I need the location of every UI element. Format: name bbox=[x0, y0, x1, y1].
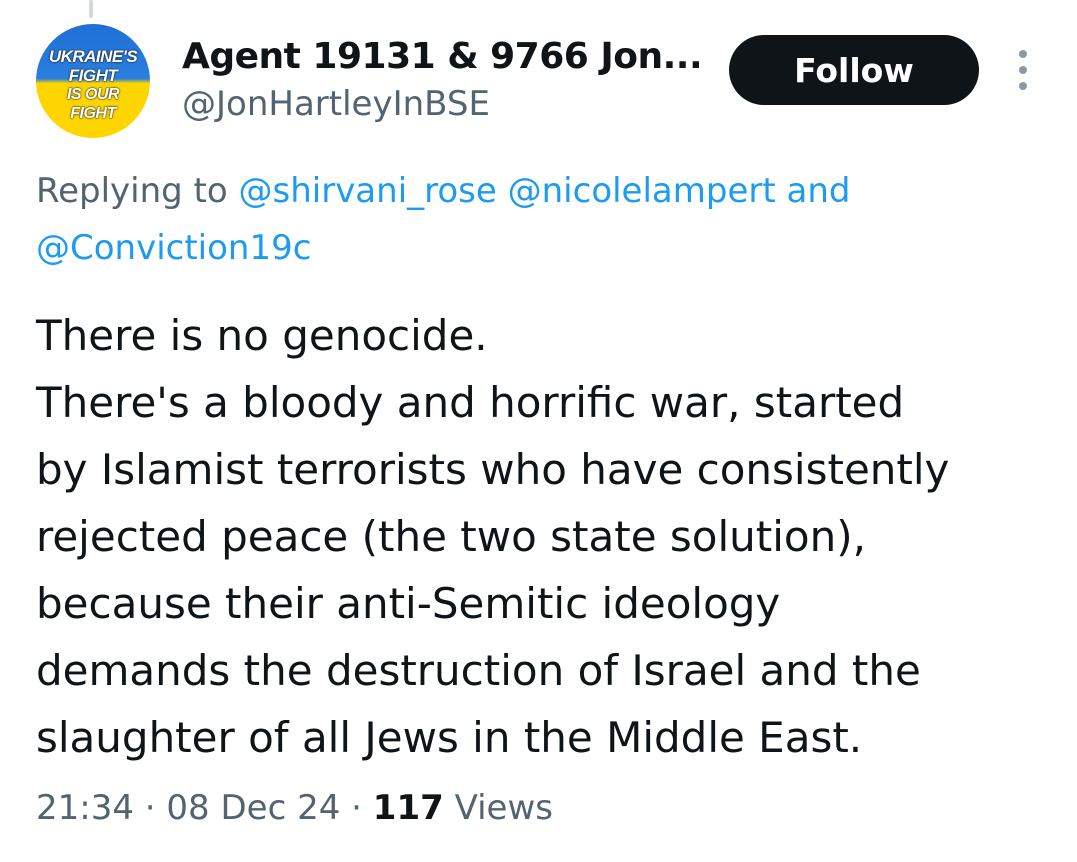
meta-separator: · bbox=[144, 788, 156, 828]
mention-joiner[interactable]: and bbox=[787, 171, 851, 211]
meta-separator: · bbox=[351, 788, 362, 828]
tweet-text-line: by Islamist terrorists who have consiste… bbox=[36, 445, 950, 494]
tweet-text-line: rejected peace (the two state solution), bbox=[36, 512, 866, 561]
tweet-text-line: because their anti-Semitic ideology bbox=[36, 579, 781, 628]
more-vertical-icon[interactable] bbox=[1010, 50, 1036, 90]
tweet-time[interactable]: 21:34 bbox=[36, 788, 134, 828]
avatar-text-line: UKRAINE'S bbox=[48, 47, 138, 66]
tweet-meta: 21:34 · 08 Dec 24 · 117 Views bbox=[36, 788, 553, 828]
views-label: Views bbox=[454, 788, 553, 828]
more-dot bbox=[1019, 66, 1027, 74]
author-handle[interactable]: @JonHartleyInBSE bbox=[182, 84, 490, 124]
follow-button[interactable]: Follow bbox=[729, 35, 979, 105]
replying-to-label: Replying to bbox=[36, 171, 228, 211]
tweet-text-line: There's a bloody and horrific war, start… bbox=[36, 378, 905, 427]
tweet-text: There is no genocide. There's a bloody a… bbox=[36, 302, 1071, 771]
avatar-text-line: IS OUR bbox=[66, 86, 120, 103]
avatar[interactable]: UKRAINE'S FIGHT IS OUR FIGHT bbox=[36, 24, 150, 138]
mention-link[interactable]: @nicolelampert bbox=[508, 171, 776, 211]
replying-to-line: Replying to @shirvani_rose @nicolelamper… bbox=[36, 174, 850, 208]
replying-to-line: @Conviction19c bbox=[36, 231, 311, 265]
tweet-text-line: demands the destruction of Israel and th… bbox=[36, 646, 921, 695]
mention-link[interactable]: @Conviction19c bbox=[36, 228, 311, 268]
avatar-text-line: FIGHT bbox=[68, 66, 118, 85]
thread-connector-line bbox=[89, 0, 93, 18]
more-dot bbox=[1019, 50, 1027, 58]
author-display-name[interactable]: Agent 19131 & 9766 Jon... bbox=[182, 36, 703, 77]
avatar-text-line: FIGHT bbox=[70, 105, 116, 122]
more-dot bbox=[1019, 82, 1027, 90]
tweet-date[interactable]: 08 Dec 24 bbox=[166, 788, 340, 828]
tweet-text-line: slaughter of all Jews in the Middle East… bbox=[36, 713, 863, 762]
mention-link[interactable]: @shirvani_rose bbox=[239, 171, 497, 211]
views-count[interactable]: 117 bbox=[373, 788, 444, 828]
tweet-text-line: There is no genocide. bbox=[36, 311, 488, 360]
